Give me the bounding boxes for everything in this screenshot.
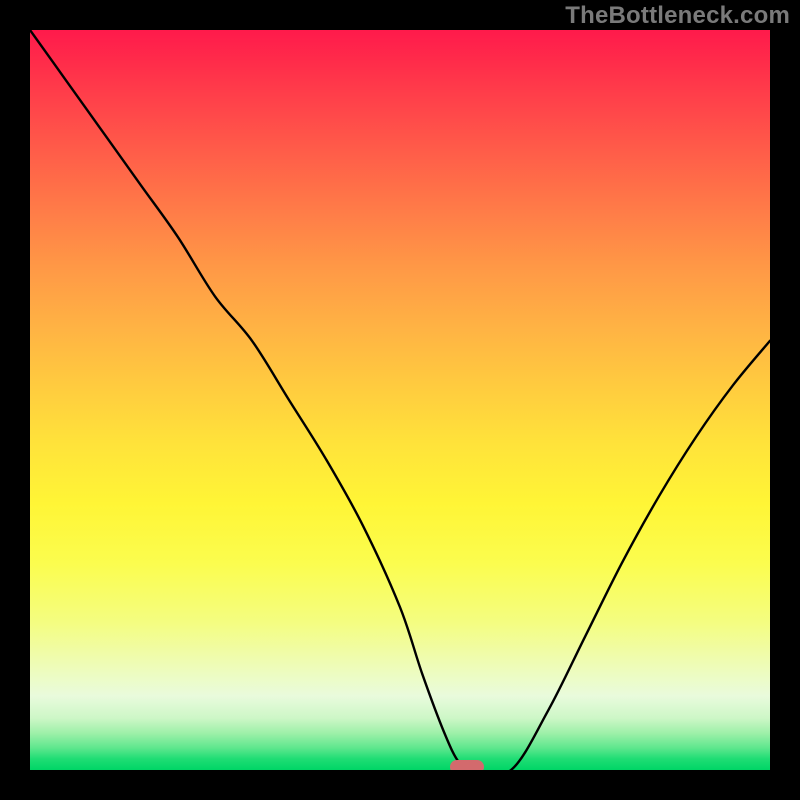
curve-path — [30, 30, 770, 770]
bottleneck-curve — [30, 30, 770, 770]
plot-area — [30, 30, 770, 770]
watermark-text: TheBottleneck.com — [565, 2, 790, 30]
optimum-marker — [450, 760, 484, 770]
chart-frame: TheBottleneck.com — [0, 0, 800, 800]
